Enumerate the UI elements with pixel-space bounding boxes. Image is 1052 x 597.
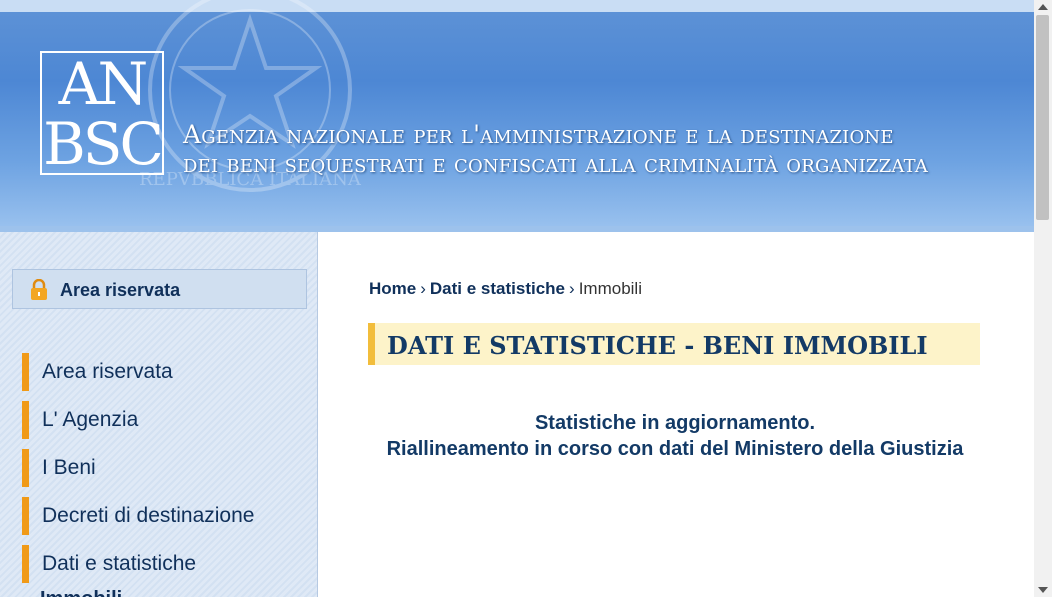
sidebar-item-area-riservata[interactable]: Area riservata bbox=[22, 353, 302, 391]
scroll-up-arrow-icon[interactable] bbox=[1038, 4, 1048, 10]
reserved-area-label: Area riservata bbox=[60, 280, 181, 300]
nav-marker bbox=[22, 401, 29, 439]
page-title-box: DATI E STATISTICHE - BENI IMMOBILI bbox=[368, 323, 980, 365]
reserved-area-button[interactable]: Area riservata bbox=[12, 269, 307, 309]
breadcrumb-separator: › bbox=[569, 279, 575, 298]
nav-marker bbox=[22, 449, 29, 487]
sidebar-item-label: L' Agenzia bbox=[42, 408, 139, 431]
breadcrumb-section-link[interactable]: Dati e statistiche bbox=[430, 279, 565, 298]
breadcrumb: Home › Dati e statistiche › Immobili bbox=[369, 279, 642, 299]
agency-title-line-2: dei beni sequestrati e confiscati alla c… bbox=[183, 149, 929, 178]
page: REPVBBLICA ITALIANA AN BSC Agenzia nazio… bbox=[0, 0, 1034, 597]
breadcrumb-separator: › bbox=[420, 279, 426, 298]
sidebar-item-agenzia[interactable]: L' Agenzia bbox=[22, 401, 302, 439]
sidebar-item-label: Decreti di destinazione bbox=[42, 504, 255, 527]
sidebar-item-beni[interactable]: I Beni bbox=[22, 449, 302, 487]
agency-title-line-1: Agenzia nazionale per l'amministrazione … bbox=[183, 120, 894, 149]
anbsc-logo[interactable]: AN BSC bbox=[40, 51, 164, 175]
status-notice: Statistiche in aggiornamento. Riallineam… bbox=[358, 410, 992, 462]
nav-marker bbox=[22, 353, 29, 391]
scrollbar-thumb[interactable] bbox=[1036, 15, 1049, 220]
sidebar-subitem-immobili[interactable]: Immobili bbox=[40, 588, 122, 597]
breadcrumb-home-link[interactable]: Home bbox=[369, 279, 416, 298]
page-scrollbar[interactable] bbox=[1034, 0, 1052, 597]
main-content: Home › Dati e statistiche › Immobili DATI E … bbox=[318, 232, 1034, 597]
nav-marker bbox=[22, 545, 29, 583]
notice-line-2: Riallineamento in corso con dati del Min… bbox=[386, 438, 964, 460]
logo-line-1: AN bbox=[58, 50, 149, 118]
breadcrumb-current: Immobili bbox=[578, 279, 642, 298]
page-title: DATI E STATISTICHE - BENI IMMOBILI bbox=[387, 331, 928, 360]
logo-line-2: BSC bbox=[43, 110, 164, 178]
agency-title: Agenzia nazionale per l'amministrazione … bbox=[183, 120, 928, 178]
lock-icon bbox=[31, 279, 47, 300]
site-header: REPVBBLICA ITALIANA AN BSC Agenzia nazio… bbox=[0, 0, 1034, 232]
sidebar-item-label: Area riservata bbox=[42, 360, 173, 383]
scroll-down-arrow-icon[interactable] bbox=[1038, 587, 1048, 593]
sidebar-item-dati-statistiche[interactable]: Dati e statistiche bbox=[22, 545, 302, 583]
sidebar-item-decreti[interactable]: Decreti di destinazione bbox=[22, 497, 302, 535]
sidebar-item-label: I Beni bbox=[42, 456, 96, 479]
nav-marker bbox=[22, 497, 29, 535]
notice-line-1: Statistiche in aggiornamento. bbox=[534, 412, 816, 434]
sidebar-item-label: Dati e statistiche bbox=[42, 552, 197, 575]
sidebar: Area riservata Area riservata L' Agenzia… bbox=[0, 232, 318, 597]
